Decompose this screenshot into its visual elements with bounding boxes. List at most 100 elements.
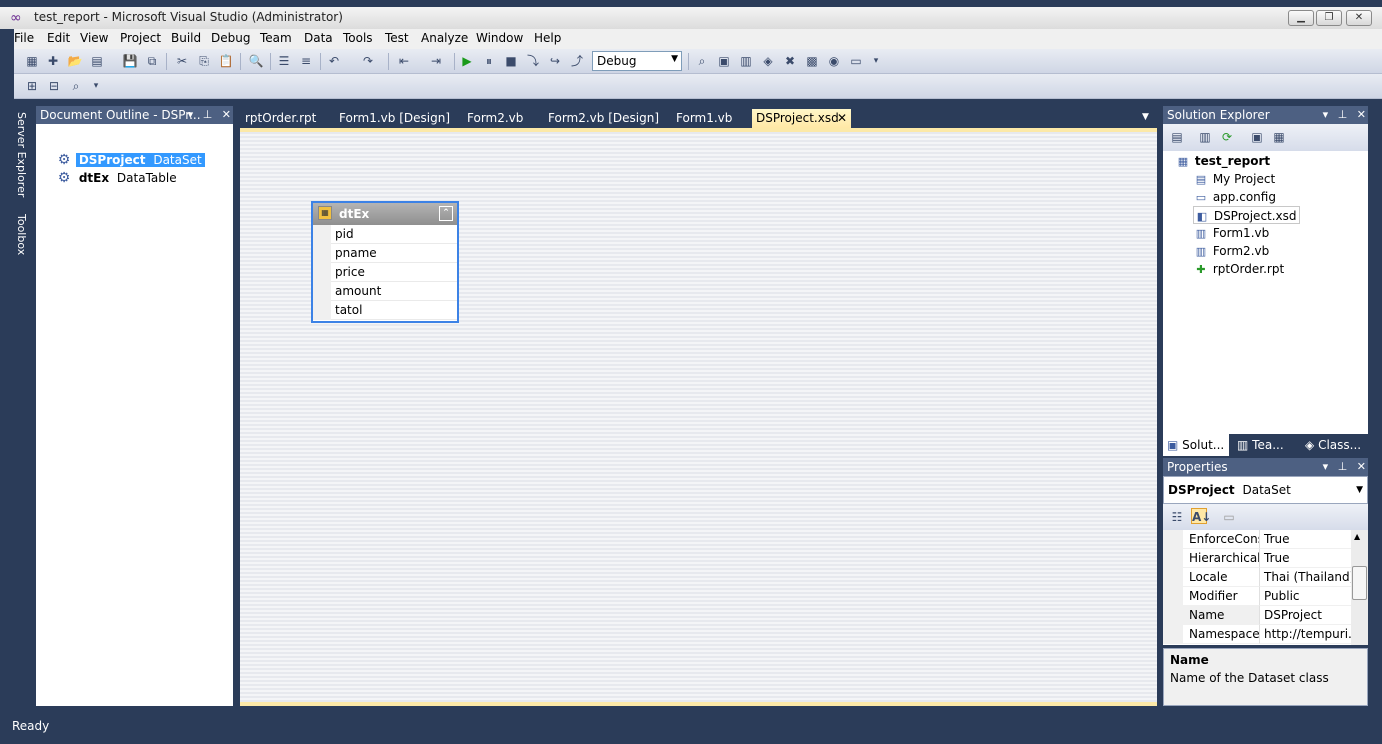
open-file-icon[interactable]: 📂 <box>67 53 83 69</box>
stop-icon[interactable]: ■ <box>503 53 519 69</box>
toolbar-overflow-icon[interactable]: ▾ <box>868 53 884 69</box>
close-icon[interactable]: ✕ <box>222 108 231 121</box>
tab-class-view[interactable]: ◈ Class... <box>1303 434 1361 456</box>
menu-analyze[interactable]: Analyze <box>421 31 468 45</box>
redo-icon[interactable]: ↷ <box>360 53 376 69</box>
server-explorer-icon[interactable]: ▩ <box>804 53 820 69</box>
datatable-dtex[interactable]: ▦ dtEx ⌃ pid pname price amount tatol <box>311 201 459 323</box>
find-icon[interactable]: 🔍 <box>248 53 264 69</box>
toolbox-tab[interactable]: Toolbox <box>15 214 28 255</box>
menu-test[interactable]: Test <box>385 31 409 45</box>
add-item-icon[interactable]: ✚ <box>45 53 61 69</box>
object-browser-icon[interactable]: ◈ <box>760 53 776 69</box>
tab-form1-design[interactable]: Form1.vb [Design] <box>339 109 450 128</box>
toolbox-icon[interactable]: ✖ <box>782 53 798 69</box>
alphabetical-icon[interactable]: A↓ <box>1191 508 1211 524</box>
property-value[interactable]: True <box>1260 549 1351 568</box>
scroll-up-icon[interactable]: ▲ <box>1354 532 1360 541</box>
menu-window[interactable]: Window <box>476 31 523 45</box>
property-row[interactable]: Namespace http://tempuri.o <box>1163 625 1351 644</box>
solution-explorer-icon[interactable]: ▣ <box>716 53 732 69</box>
comment-icon[interactable]: ☰ <box>276 53 292 69</box>
categorized-icon[interactable]: ☷ <box>1169 509 1185 525</box>
paste-icon[interactable]: 📋 <box>218 53 234 69</box>
cut-icon[interactable]: ✂ <box>174 53 190 69</box>
property-row[interactable]: Modifier Public <box>1163 587 1351 606</box>
align-lefts-icon[interactable]: ⊞ <box>24 78 40 94</box>
extension-manager-icon[interactable]: ◉ <box>826 53 842 69</box>
start-page-icon[interactable]: ▭ <box>848 53 864 69</box>
refresh-icon[interactable]: ⟳ <box>1219 129 1235 145</box>
datatable-column[interactable]: amount <box>313 282 457 301</box>
window-position-icon[interactable]: ▾ <box>188 108 194 121</box>
tree-item-file[interactable]: ✚ rptOrder.rpt <box>1193 260 1284 278</box>
navigate-forward-icon[interactable]: ⇥ <box>428 53 444 69</box>
solution-configuration-select[interactable]: Debug ▼ <box>592 51 682 71</box>
tree-item-file[interactable]: ▥ Form2.vb <box>1193 242 1269 260</box>
property-value[interactable]: http://tempuri.o <box>1260 625 1351 644</box>
copy-icon[interactable]: ⎘ <box>196 53 212 69</box>
tab-form2-vb[interactable]: Form2.vb <box>467 109 523 128</box>
step-into-icon[interactable]: ⤵ <box>525 53 541 69</box>
step-over-icon[interactable]: ↪ <box>547 53 563 69</box>
maximize-button[interactable]: ❐ <box>1316 10 1342 26</box>
property-value[interactable]: Thai (Thailand) <box>1260 568 1351 587</box>
start-debugging-icon[interactable]: ▶ <box>459 53 475 69</box>
save-all-icon[interactable]: ⧉ <box>144 53 160 69</box>
tab-form2-design[interactable]: Form2.vb [Design] <box>548 109 659 128</box>
align-centers-icon[interactable]: ⊟ <box>46 78 62 94</box>
collapse-icon[interactable]: ⌃ <box>439 206 453 221</box>
tab-form1-vb[interactable]: Form1.vb <box>676 109 732 128</box>
navigate-backward-icon[interactable]: ⇤ <box>396 53 412 69</box>
menu-edit[interactable]: Edit <box>47 31 70 45</box>
pin-icon[interactable]: ⊥ <box>203 108 213 121</box>
close-tab-icon[interactable]: ✕ <box>837 109 847 127</box>
tab-rptorder-rpt[interactable]: rptOrder.rpt <box>245 109 316 128</box>
close-icon[interactable]: ✕ <box>1357 108 1366 121</box>
property-value[interactable]: Public <box>1260 587 1351 606</box>
property-row-selected[interactable]: Name DSProject <box>1163 606 1351 625</box>
property-grid-scrollbar[interactable]: ▲ <box>1351 530 1368 645</box>
tree-item-file[interactable]: ▤ My Project <box>1193 170 1275 188</box>
property-row[interactable]: Locale Thai (Thailand) <box>1163 568 1351 587</box>
pause-icon[interactable]: ⏸ <box>481 53 497 69</box>
property-row[interactable]: Hierarchical U True <box>1163 549 1351 568</box>
pin-icon[interactable]: ⊥ <box>1338 108 1348 121</box>
object-selector[interactable]: DSProject DataSet ▼ <box>1163 476 1368 504</box>
view-designer-icon[interactable]: ▦ <box>1271 129 1287 145</box>
pin-icon[interactable]: ⊥ <box>1338 460 1348 473</box>
view-code-icon[interactable]: ▣ <box>1249 129 1265 145</box>
tree-item-file[interactable]: ▭ app.config <box>1193 188 1276 206</box>
find-in-files-icon[interactable]: ⌕ <box>694 53 710 69</box>
window-position-icon[interactable]: ▾ <box>1323 460 1329 473</box>
save-icon[interactable]: 💾 <box>122 53 138 69</box>
menu-file[interactable]: File <box>14 31 34 45</box>
new-project-icon[interactable]: ▦ <box>24 53 40 69</box>
property-pages-icon[interactable]: ▭ <box>1221 509 1237 525</box>
property-value[interactable]: True <box>1260 530 1351 549</box>
menu-help[interactable]: Help <box>534 31 561 45</box>
close-button[interactable]: ✕ <box>1346 10 1372 26</box>
menu-build[interactable]: Build <box>171 31 201 45</box>
datatable-column[interactable]: pname <box>313 244 457 263</box>
menu-team[interactable]: Team <box>260 31 292 45</box>
uncomment-icon[interactable]: ≡ <box>298 53 314 69</box>
show-all-files-icon[interactable]: ▥ <box>1197 129 1213 145</box>
tree-item-file-selected[interactable]: ◧ DSProject.xsd <box>1193 206 1300 224</box>
toolbar-overflow-icon[interactable]: ▾ <box>88 78 104 94</box>
minimize-button[interactable]: ▁ <box>1288 10 1314 26</box>
window-position-icon[interactable]: ▾ <box>1323 108 1329 121</box>
tab-solution-explorer[interactable]: ▣ Solut... <box>1163 434 1229 456</box>
server-explorer-tab[interactable]: Server Explorer <box>15 112 28 197</box>
menu-tools[interactable]: Tools <box>343 31 373 45</box>
property-row[interactable]: EnforceConst True <box>1163 530 1351 549</box>
menu-project[interactable]: Project <box>120 31 161 45</box>
menu-data[interactable]: Data <box>304 31 333 45</box>
properties-window-icon[interactable]: ▥ <box>738 53 754 69</box>
menu-debug[interactable]: Debug <box>211 31 250 45</box>
property-value[interactable]: DSProject <box>1260 606 1351 625</box>
datatable-column[interactable]: pid <box>313 225 457 244</box>
menu-view[interactable]: View <box>80 31 108 45</box>
tree-item-file[interactable]: ▥ Form1.vb <box>1193 224 1269 242</box>
undo-icon[interactable]: ↶ <box>326 53 342 69</box>
